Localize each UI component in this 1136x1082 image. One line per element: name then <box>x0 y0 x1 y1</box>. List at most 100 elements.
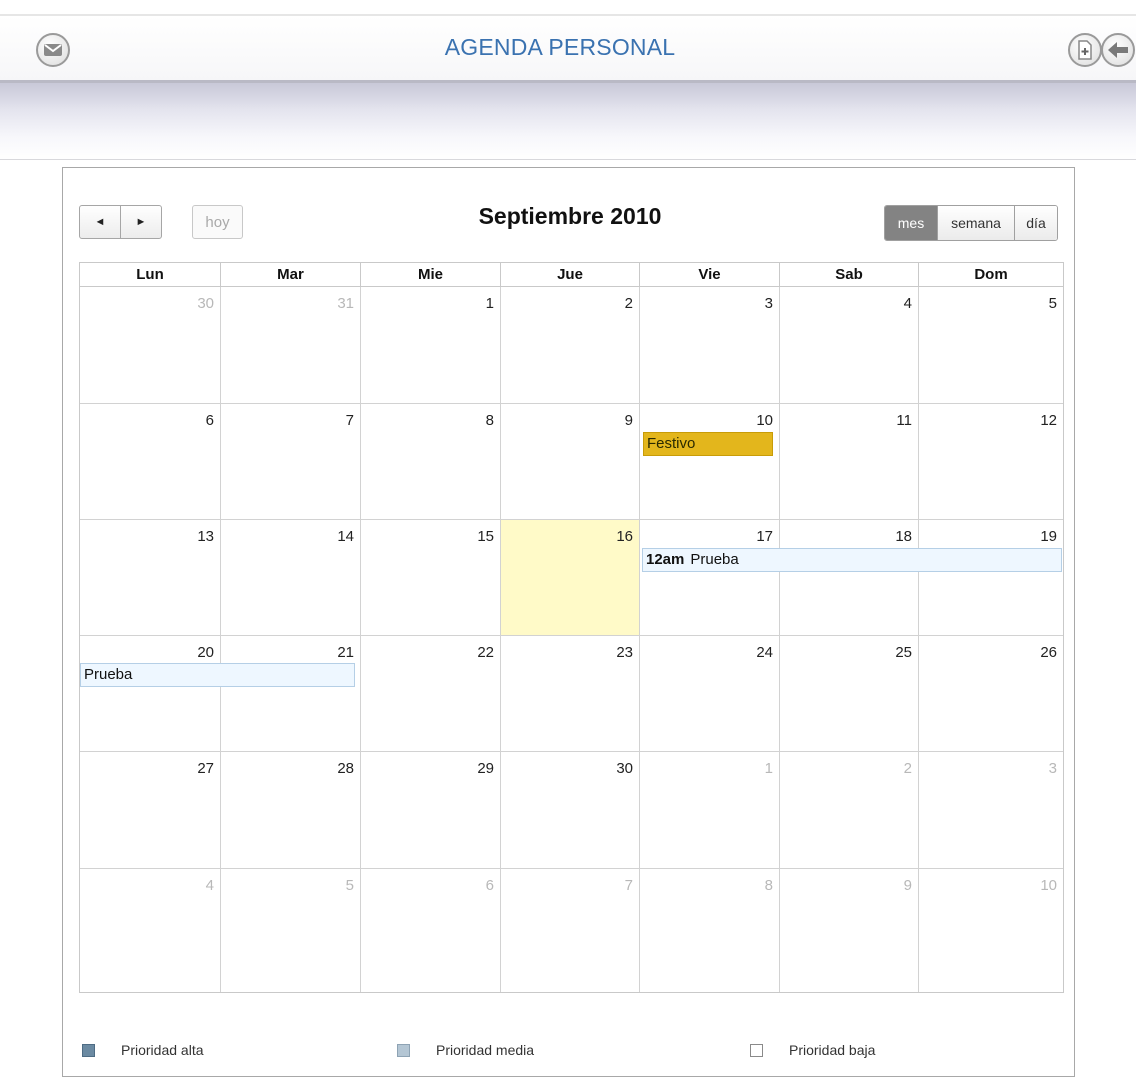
day-cell[interactable]: 20 <box>80 635 220 751</box>
day-cell[interactable]: 5 <box>918 287 1063 403</box>
day-cell[interactable]: 28 <box>220 751 360 868</box>
new-document-icon <box>1076 40 1094 60</box>
day-number: 7 <box>345 412 354 429</box>
day-cell[interactable]: 6 <box>360 868 500 992</box>
day-number: 17 <box>756 528 773 545</box>
event-title: Prueba <box>690 551 739 568</box>
day-cell[interactable]: 8 <box>360 403 500 519</box>
day-cell[interactable]: 7 <box>500 868 639 992</box>
day-number: 14 <box>337 528 354 545</box>
day-number: 25 <box>895 644 912 661</box>
weekday-header: Sab <box>779 263 918 287</box>
weekday-header: Mie <box>360 263 500 287</box>
day-number: 11 <box>896 412 912 429</box>
day-number: 22 <box>477 644 494 661</box>
today-button[interactable]: hoy <box>192 205 243 239</box>
day-cell[interactable]: 22 <box>360 635 500 751</box>
day-cell[interactable]: 27 <box>80 751 220 868</box>
day-cell[interactable]: 30 <box>500 751 639 868</box>
day-cell[interactable]: 26 <box>918 635 1063 751</box>
day-number: 16 <box>616 528 633 545</box>
day-cell[interactable]: 10 <box>639 403 779 519</box>
day-cell[interactable]: 12 <box>918 403 1063 519</box>
new-document-button[interactable] <box>1068 33 1102 67</box>
day-number: 27 <box>197 760 214 777</box>
day-number: 21 <box>337 644 354 661</box>
day-number: 13 <box>197 528 214 545</box>
day-cell[interactable]: 29 <box>360 751 500 868</box>
legend-medium-priority: Prioridad media <box>397 1040 534 1060</box>
prev-month-button[interactable]: ◄ <box>80 206 120 238</box>
day-number: 29 <box>477 760 494 777</box>
weekday-header: Lun <box>80 263 220 287</box>
weekday-header: Jue <box>500 263 639 287</box>
header-band <box>0 83 1136 160</box>
day-cell[interactable]: 18 <box>779 519 918 635</box>
day-number: 4 <box>205 877 214 894</box>
day-number: 1 <box>485 295 494 312</box>
day-cell[interactable]: 8 <box>639 868 779 992</box>
day-cell-today[interactable]: 16 <box>500 519 639 635</box>
day-cell[interactable]: 4 <box>779 287 918 403</box>
day-number: 30 <box>197 295 214 312</box>
legend-high-priority: Prioridad alta <box>82 1040 204 1060</box>
view-week-button[interactable]: semana <box>937 206 1014 240</box>
weekday-header: Vie <box>639 263 779 287</box>
weekday-header: Dom <box>918 263 1063 287</box>
day-number: 8 <box>764 877 773 894</box>
back-arrow-icon <box>1107 41 1129 59</box>
day-cell[interactable]: 2 <box>779 751 918 868</box>
view-switcher: mes semana día <box>884 205 1058 241</box>
day-cell[interactable]: 25 <box>779 635 918 751</box>
day-cell[interactable]: 6 <box>80 403 220 519</box>
event-prueba[interactable]: 12am Prueba <box>642 548 1062 572</box>
day-number: 6 <box>205 412 214 429</box>
event-prueba-continued[interactable]: Prueba <box>80 663 355 687</box>
day-cell[interactable]: 15 <box>360 519 500 635</box>
day-number: 15 <box>477 528 494 545</box>
day-number: 3 <box>764 295 773 312</box>
day-cell[interactable]: 3 <box>918 751 1063 868</box>
day-number: 5 <box>1048 295 1057 312</box>
legend-label: Prioridad alta <box>121 1042 204 1058</box>
day-number: 31 <box>337 295 354 312</box>
day-number: 28 <box>337 760 354 777</box>
day-cell[interactable]: 19 <box>918 519 1063 635</box>
day-cell[interactable]: 9 <box>779 868 918 992</box>
view-month-button[interactable]: mes <box>885 206 937 240</box>
day-number: 30 <box>616 760 633 777</box>
day-cell[interactable]: 1 <box>360 287 500 403</box>
day-cell[interactable]: 1 <box>639 751 779 868</box>
day-number: 10 <box>756 412 773 429</box>
day-cell[interactable]: 17 <box>639 519 779 635</box>
day-number: 6 <box>485 877 494 894</box>
day-cell[interactable]: 2 <box>500 287 639 403</box>
next-month-button[interactable]: ► <box>120 206 161 238</box>
day-cell[interactable]: 24 <box>639 635 779 751</box>
day-cell[interactable]: 3 <box>639 287 779 403</box>
day-cell[interactable]: 7 <box>220 403 360 519</box>
view-day-button[interactable]: día <box>1014 206 1057 240</box>
day-cell[interactable]: 9 <box>500 403 639 519</box>
day-cell[interactable]: 10 <box>918 868 1063 992</box>
day-cell[interactable]: 4 <box>80 868 220 992</box>
day-number: 23 <box>616 644 633 661</box>
day-cell[interactable]: 14 <box>220 519 360 635</box>
day-number: 20 <box>197 644 214 661</box>
legend-swatch-high <box>82 1043 95 1057</box>
back-button[interactable] <box>1101 33 1135 67</box>
day-cell[interactable]: 30 <box>80 287 220 403</box>
day-cell[interactable]: 31 <box>220 287 360 403</box>
day-cell[interactable]: 5 <box>220 868 360 992</box>
weekday-header: Mar <box>220 263 360 287</box>
day-number: 2 <box>624 295 633 312</box>
day-cell[interactable]: 23 <box>500 635 639 751</box>
day-cell[interactable]: 13 <box>80 519 220 635</box>
event-festivo[interactable]: Festivo <box>643 432 773 456</box>
day-cell[interactable]: 21 <box>220 635 360 751</box>
day-number: 7 <box>624 877 633 894</box>
legend-swatch-low <box>750 1043 763 1057</box>
day-number: 4 <box>903 295 912 312</box>
day-number: 1 <box>764 760 773 777</box>
day-cell[interactable]: 11 <box>779 403 918 519</box>
